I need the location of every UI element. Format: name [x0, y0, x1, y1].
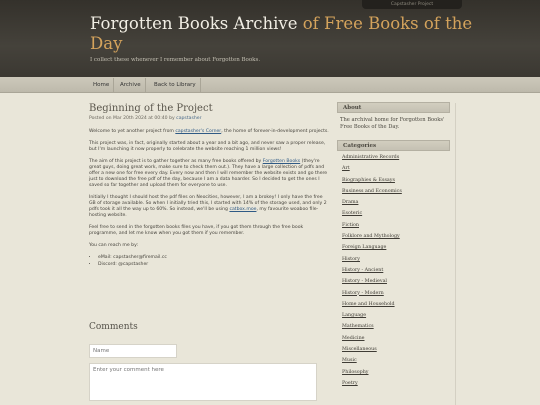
capstashers-corner-link[interactable]: capstasher's Corner: [175, 129, 221, 134]
site-header: Capstasher Project Forgotten Books Archi…: [0, 0, 540, 77]
category-link[interactable]: History: [342, 257, 447, 268]
post-body: Welcome to yet another project from caps…: [89, 129, 329, 268]
post-title[interactable]: Beginning of the Project: [89, 103, 329, 115]
site-tagline: I collect these whenever I remember abou…: [90, 57, 261, 63]
category-link[interactable]: Fiction: [342, 223, 447, 234]
category-link[interactable]: Philosophy: [342, 370, 447, 381]
header-tab[interactable]: Capstasher Project: [362, 0, 462, 9]
post-meta: Posted on Mar 20th 2024 at 00:40 by caps…: [89, 116, 329, 121]
post-paragraph: Welcome to yet another project from caps…: [89, 129, 329, 135]
post-text: , the home of forever-in-development pro…: [221, 129, 329, 134]
nav-home[interactable]: Home: [89, 78, 115, 92]
nav-bar: Home Archive Back to Library: [0, 77, 540, 93]
contact-email: eMail: capstasher@firemail.cc: [98, 255, 329, 261]
post-text: The aim of this project is to gather tog…: [89, 159, 263, 164]
post-paragraph: You can reach me by:: [89, 243, 139, 248]
catbox-link[interactable]: catbox.moe: [229, 207, 256, 212]
category-link[interactable]: Drama: [342, 200, 447, 211]
category-link[interactable]: Music: [342, 358, 447, 369]
category-link[interactable]: Esoteric: [342, 211, 447, 222]
category-link[interactable]: Administrative Records: [342, 155, 447, 166]
post: Beginning of the Project Posted on Mar 2…: [89, 103, 329, 274]
post-meta-prefix: Posted on Mar 20th 2024 at 00:40 by: [89, 116, 177, 121]
category-link[interactable]: Language: [342, 313, 447, 324]
contact-list: eMail: capstasher@firemail.cc Discord: @…: [98, 255, 329, 268]
category-link[interactable]: Art: [342, 166, 447, 177]
about-widget-text: The archival home for Forgotten Books' F…: [340, 117, 445, 130]
sidebar-divider: [455, 103, 456, 405]
category-link[interactable]: Home and Household: [342, 302, 447, 313]
post-author-link[interactable]: capstasher: [176, 116, 201, 121]
category-link[interactable]: Poetry: [342, 381, 447, 392]
category-list: Administrative Records Art Biographies & E…: [337, 151, 450, 392]
comment-text-input[interactable]: [89, 363, 317, 401]
comments-title: Comments: [89, 322, 138, 332]
nav-archive[interactable]: Archive: [116, 78, 146, 92]
category-link[interactable]: Biographies & Essays: [342, 178, 447, 189]
forgotten-books-link[interactable]: Forgotten Books: [263, 159, 300, 164]
contact-discord: Discord: @capstasher: [98, 262, 329, 268]
category-link[interactable]: Medicine: [342, 336, 447, 347]
categories-widget-title: Categories: [337, 140, 450, 151]
category-link[interactable]: Miscellaneous: [342, 347, 447, 358]
category-link[interactable]: Foreign Language: [342, 245, 447, 256]
category-link[interactable]: Mathematics: [342, 324, 447, 335]
category-link[interactable]: Folklore and Mythology: [342, 234, 447, 245]
post-text: Welcome to yet another project from: [89, 129, 176, 134]
site-title-main: Forgotten Books Archive: [90, 14, 298, 33]
category-link[interactable]: History - Medieval: [342, 279, 447, 290]
post-paragraph: This project was, in fact, originally st…: [89, 141, 326, 152]
category-link[interactable]: History - Ancient: [342, 268, 447, 279]
site-title[interactable]: Forgotten Books Archive of Free Books of…: [90, 14, 490, 54]
nav-back-to-library[interactable]: Back to Library: [150, 78, 201, 92]
post-paragraph: Feel free to send in the forgotten books…: [89, 225, 304, 236]
comment-name-input[interactable]: [89, 344, 177, 358]
post-paragraph: The aim of this project is to gather tog…: [89, 159, 329, 189]
about-widget-title: About: [337, 102, 450, 113]
sidebar: About The archival home for Forgotten Bo…: [337, 102, 450, 392]
post-paragraph: Initially I thought I should host the pd…: [89, 195, 329, 219]
category-link[interactable]: History - Modern: [342, 291, 447, 302]
category-link[interactable]: Business and Economics: [342, 189, 447, 200]
